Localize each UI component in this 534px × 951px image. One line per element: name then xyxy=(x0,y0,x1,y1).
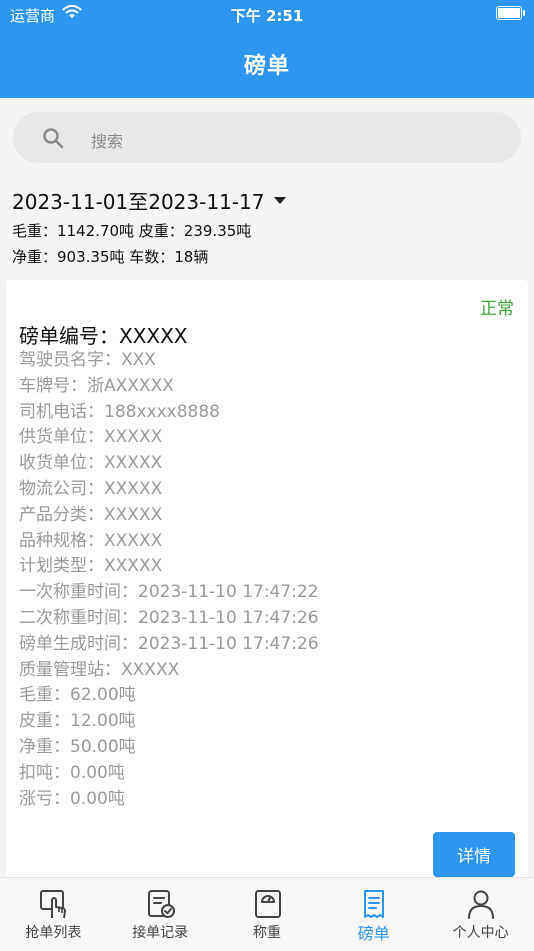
tab-weighing[interactable]: 称重 xyxy=(214,878,321,951)
weighbill-card: 正常 磅单编号：XXXXX 驾驶员名字：XXX 车牌号：浙AXXXXX 司机电话… xyxy=(6,280,528,880)
tab-weighbill[interactable]: 磅单 xyxy=(320,878,427,951)
tab-profile[interactable]: 个人中心 xyxy=(427,878,534,951)
search-icon xyxy=(43,128,64,149)
status-badge: 正常 xyxy=(480,299,514,319)
net-weight: 净重：50.00吨 xyxy=(19,736,136,757)
receiver: 收货单位：XXXXX xyxy=(19,453,163,474)
status-bar: 运营商 下午 2:51 xyxy=(0,0,534,28)
top-bar: 运营商 下午 2:51 磅单 xyxy=(0,0,534,98)
plan-type: 计划类型：XXXXX xyxy=(19,556,163,577)
first-weigh-time: 一次称重时间：2023-11-10 17:47:22 xyxy=(19,582,319,603)
search-placeholder: 搜索 xyxy=(91,132,124,151)
variety-spec: 品种规格：XXXXX xyxy=(19,530,163,551)
weighbill-number: 磅单编号：XXXXX xyxy=(19,324,188,348)
logistics-company: 物流公司：XXXXX xyxy=(19,478,163,499)
tab-label: 称重 xyxy=(252,925,281,941)
page-title: 磅单 xyxy=(243,54,290,79)
person-icon xyxy=(468,890,495,919)
tab-label: 磅单 xyxy=(357,924,390,943)
product-category: 产品分类：XXXXX xyxy=(19,504,163,525)
deduction: 扣吨：0.00吨 xyxy=(19,762,125,783)
driver-name: 驾驶员名字：XXX xyxy=(19,350,156,370)
record-check-icon xyxy=(147,890,175,918)
battery-icon xyxy=(496,6,525,20)
date-range-label: 2023-11-01至2023-11-17 xyxy=(12,190,265,214)
clock: 下午 2:51 xyxy=(230,7,304,25)
hand-touch-icon xyxy=(40,890,66,919)
summary-weights: 毛重：1142.70吨 皮重：239.35吨 xyxy=(12,222,252,240)
detail-button[interactable]: 详情 xyxy=(433,832,515,877)
summary-section: 2023-11-01至2023-11-17 毛重：1142.70吨 皮重：239… xyxy=(12,186,522,267)
tab-order-records[interactable]: 接单记录 xyxy=(107,878,214,951)
caret-down-icon xyxy=(274,197,287,204)
driver-phone: 司机电话：188xxxx8888 xyxy=(19,401,220,422)
field-list: 驾驶员名字：XXX 车牌号：浙AXXXXX 司机电话：188xxxx8888 供… xyxy=(19,348,319,812)
date-range-picker[interactable]: 2023-11-01至2023-11-17 xyxy=(12,186,522,215)
summary-net-count: 净重：903.35吨 车数：18辆 xyxy=(12,248,209,266)
search-input[interactable]: 搜索 xyxy=(13,112,521,163)
tab-label: 抢单列表 xyxy=(25,925,82,941)
tab-bar: 抢单列表 接单记录 称重 磅单 个人中心 xyxy=(0,877,534,951)
tab-label: 个人中心 xyxy=(452,925,509,941)
scale-icon xyxy=(254,890,281,918)
tare-weight: 皮重：12.00吨 xyxy=(19,711,136,732)
bill-generated-time: 磅单生成时间：2023-11-10 17:47:26 xyxy=(19,633,319,654)
plate-number: 车牌号：浙AXXXXX xyxy=(19,375,174,396)
quality-station: 质量管理站：XXXXX xyxy=(19,659,180,680)
gain-loss: 涨亏：0.00吨 xyxy=(19,788,125,809)
receipt-icon xyxy=(364,890,385,918)
gross-weight: 毛重：62.00吨 xyxy=(19,685,136,706)
second-weigh-time: 二次称重时间：2023-11-10 17:47:26 xyxy=(19,607,319,628)
tab-grab-list[interactable]: 抢单列表 xyxy=(0,878,107,951)
supplier: 供货单位：XXXXX xyxy=(19,427,163,448)
tab-label: 接单记录 xyxy=(132,925,189,941)
